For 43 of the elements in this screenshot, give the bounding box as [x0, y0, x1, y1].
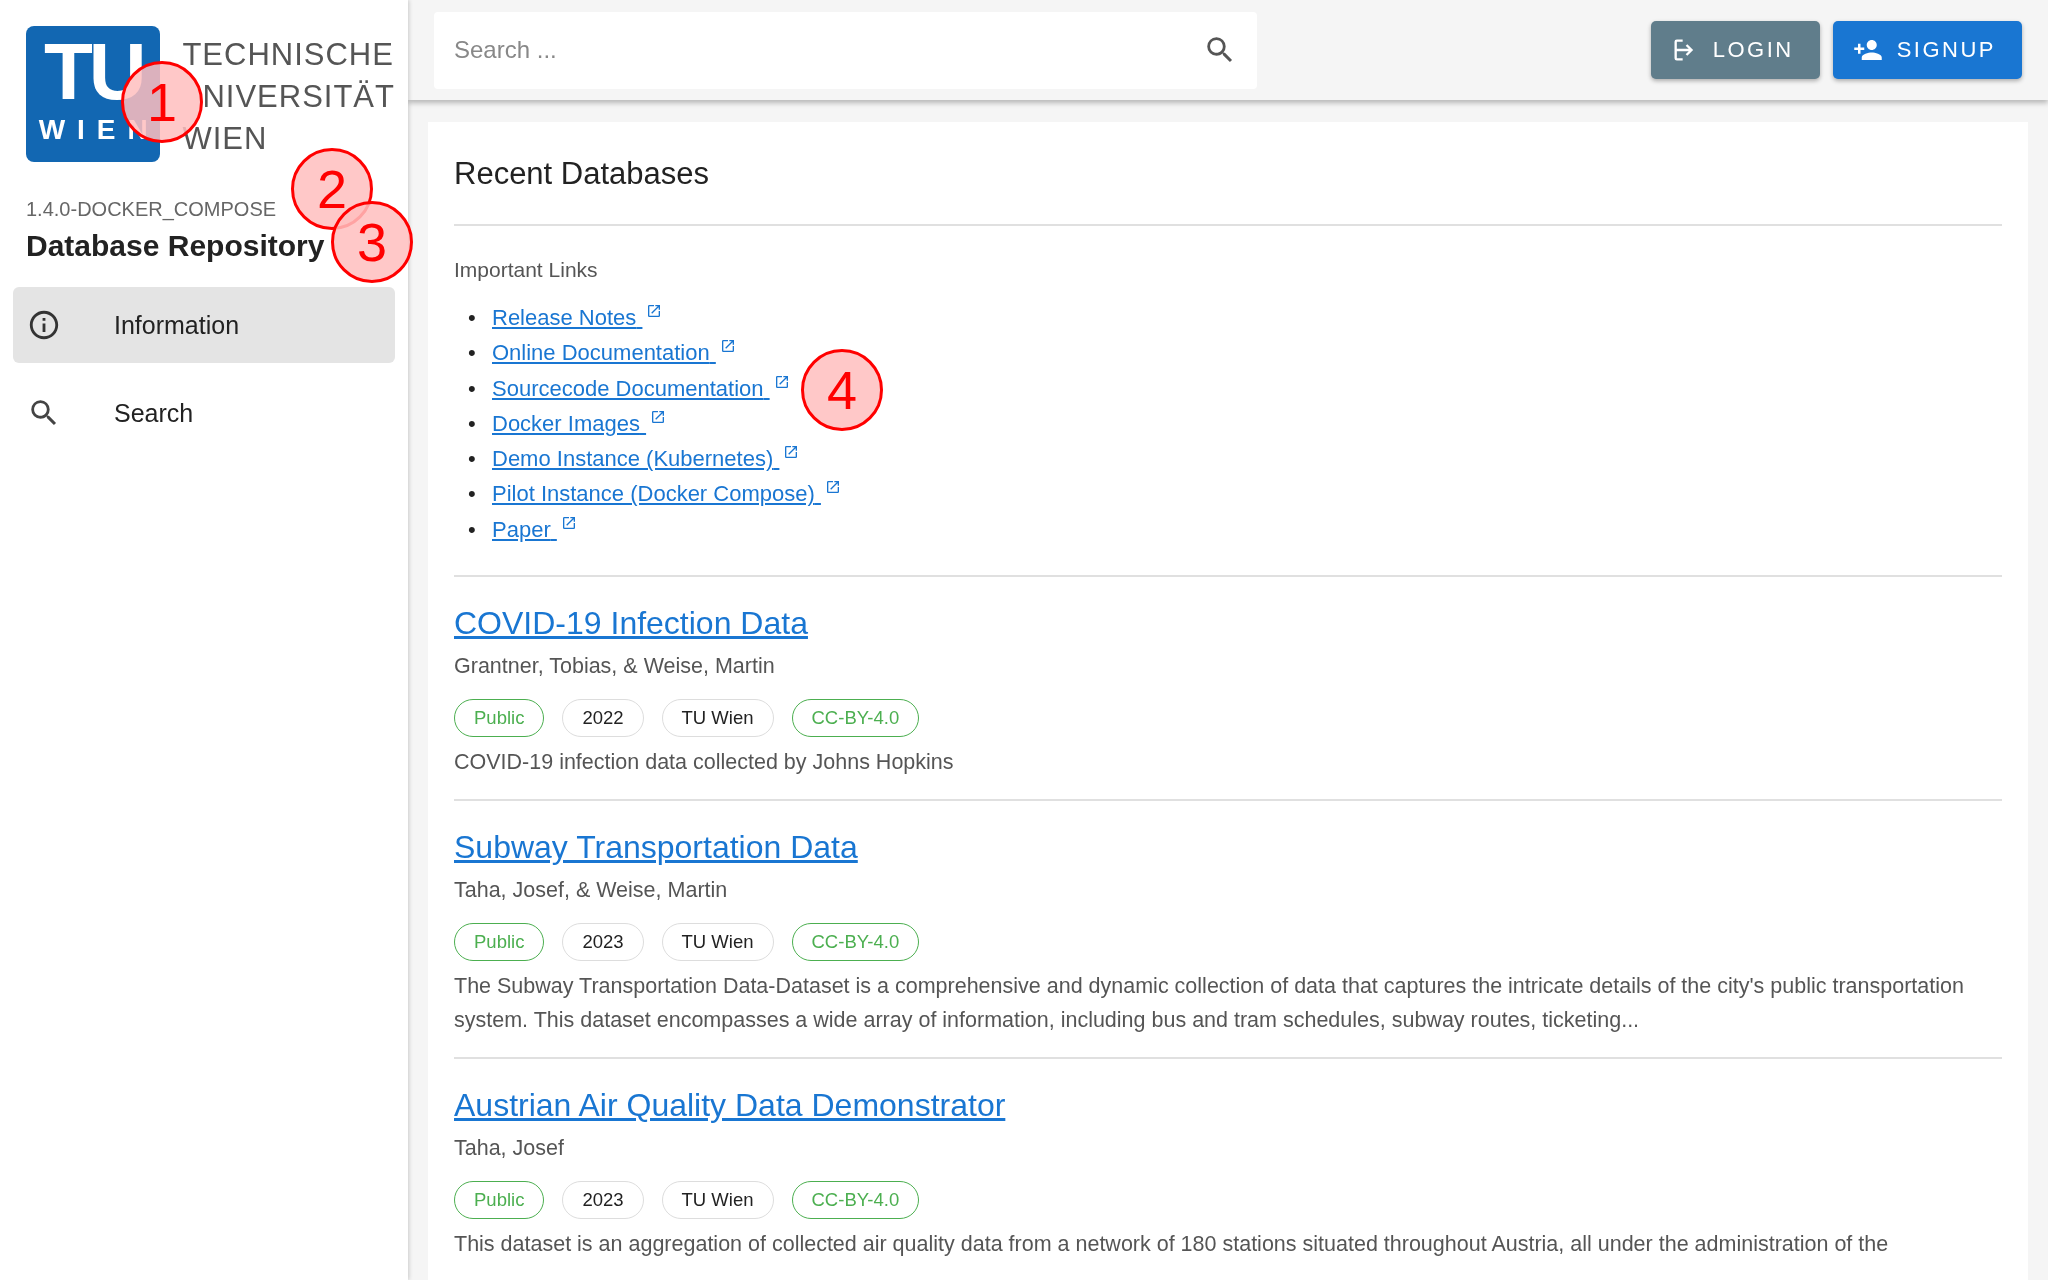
database-title-link[interactable]: Subway Transportation Data [454, 829, 858, 866]
logo-text: NIVERSITÄT [201, 78, 395, 116]
bullet: • [468, 374, 477, 403]
search-field[interactable]: Search ... [434, 11, 1257, 89]
external-link[interactable]: Demo Instance (Kubernetes) [492, 446, 780, 472]
logo-text: WIEN [182, 120, 269, 158]
page-heading: Recent Databases [454, 122, 2002, 226]
login-button[interactable]: LOGIN [1650, 21, 1820, 79]
external-link[interactable]: Release Notes [492, 305, 643, 330]
authors-text: Taha, Josef [454, 1136, 565, 1162]
authors-text: Grantner, Tobias, & Weise, Martin [454, 654, 776, 680]
external-link-icon [719, 338, 736, 355]
external-link[interactable]: Pilot Instance (Docker Compose) [492, 481, 821, 507]
bullet: • [468, 480, 477, 509]
bullet: • [468, 515, 477, 544]
authors-text: Taha, Josef, & Weise, Martin [454, 878, 729, 904]
info-icon [27, 308, 61, 342]
database-title-link[interactable]: Austrian Air Quality Data Demonstrator [454, 1087, 1006, 1124]
bullet: • [468, 339, 477, 368]
external-link-icon [783, 444, 800, 461]
external-link[interactable]: Docker Images [492, 410, 647, 436]
sidebar-item[interactable]: Search [13, 375, 395, 451]
signup-button[interactable]: SIGNUP [1832, 21, 2022, 79]
external-link-icon [824, 479, 841, 496]
bullet: • [468, 304, 477, 332]
external-link-icon [773, 373, 790, 390]
external-link-icon [560, 514, 577, 531]
sidebar-item[interactable]: Information [13, 287, 395, 363]
external-link[interactable]: Sourcecode Documentation [492, 375, 770, 401]
external-link[interactable]: Online Documentation [492, 340, 716, 366]
bullet: • [468, 409, 477, 438]
logo-text: TECHNISCHE [182, 36, 395, 74]
description-text: The Subway Transportation Data-Dataset is a comprehensive and dynamic collection of data that captures the intricate details of the city's public transportation system. This dataset encompasses a wide array of information, including bus and tram schedules, subway routes, ticketing... [454, 973, 1965, 1035]
database-title-link[interactable]: COVID-19 Infection Data [454, 605, 808, 642]
external-link-icon [646, 303, 663, 319]
app-title: Database Repository [26, 229, 325, 263]
bullet: • [468, 445, 477, 474]
description-text: COVID-19 infection data collected by Johns Hopkins [454, 749, 955, 777]
version-label: 1.4.0-DOCKER_COMPOSE [26, 198, 277, 221]
external-link-icon [650, 408, 667, 425]
external-link[interactable]: Paper [492, 516, 557, 542]
description-text: This dataset is an aggregation of collected air quality data from a network of 180 stations situated throughout Austria, all under the administration of the [454, 1231, 1890, 1259]
section-label: Important Links [454, 258, 599, 282]
